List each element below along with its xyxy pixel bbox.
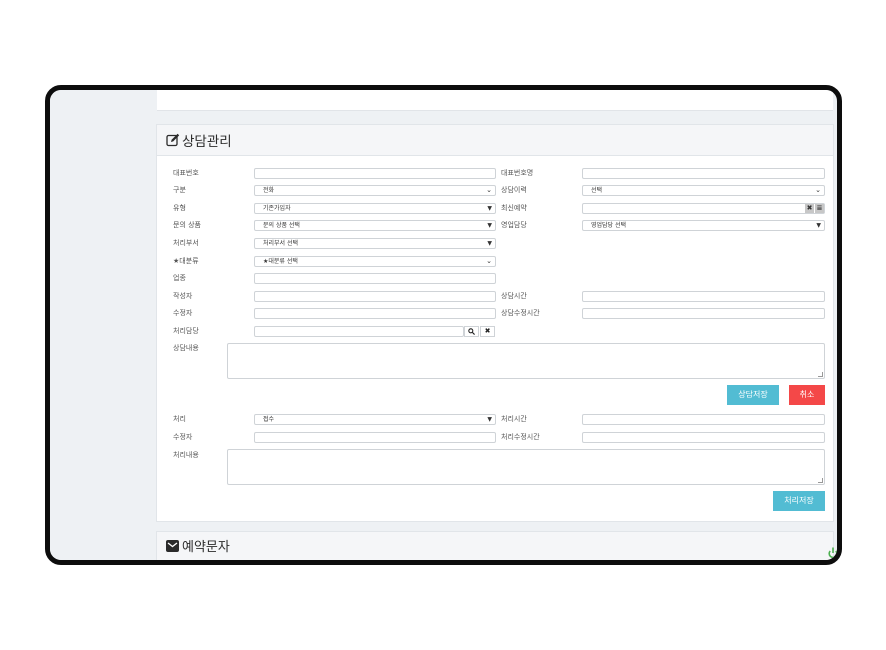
search-icon[interactable] — [464, 326, 479, 337]
label-sales-manager: 영업담당 — [501, 221, 527, 229]
resize-handle[interactable] — [818, 372, 823, 377]
label-rep-number: 대표번호 — [173, 169, 199, 177]
processing-dept-select-value: 처리부서 선택 — [263, 240, 299, 247]
sales-manager-select-value: 영업담당 선택 — [591, 222, 627, 229]
panel-title: 상담관리 — [182, 134, 232, 150]
processing-select[interactable]: 접수 ▼ — [254, 414, 496, 425]
label-major-category: ★대분류 — [173, 257, 199, 265]
top-panel-remnant — [157, 90, 833, 111]
label-recent-reservation: 최신예약 — [501, 204, 527, 212]
consult-management-panel: 상담관리 대표번호 대표번호명 구분 전화 ⌄ 상담이력 선택 ⌄ 유형 기존가… — [156, 124, 834, 522]
window-frame: 상담관리 대표번호 대표번호명 구분 전화 ⌄ 상담이력 선택 ⌄ 유형 기존가… — [45, 85, 842, 565]
resize-handle[interactable] — [818, 478, 823, 483]
label-rep-number-name: 대표번호명 — [501, 169, 534, 177]
close-icon[interactable]: ✖ — [480, 326, 495, 337]
label-inquiry-product: 문의 상품 — [173, 221, 201, 229]
history-select-value: 선택 — [591, 187, 603, 194]
label-type: 유형 — [173, 204, 186, 212]
label-processing-content: 처리내용 — [173, 451, 199, 459]
writer-input[interactable] — [254, 291, 496, 302]
clear-icon[interactable]: ✖ — [805, 204, 814, 213]
label-consult-time: 상담시간 — [501, 292, 527, 300]
label-consult-content: 상담내용 — [173, 344, 199, 352]
type-select[interactable]: 기존가입자 ▼ — [254, 203, 496, 214]
save-processing-button[interactable]: 처리저장 — [773, 491, 825, 511]
processing-select-value: 접수 — [263, 416, 275, 423]
caret-down-icon: ▼ — [487, 416, 492, 423]
label-modifier-2: 수정자 — [173, 433, 193, 441]
consult-time-input[interactable] — [582, 291, 825, 302]
chevron-down-icon: ⌄ — [815, 186, 821, 194]
consult-modify-time-input[interactable] — [582, 308, 825, 319]
label-category: 구분 — [173, 186, 186, 194]
label-writer: 작성자 — [173, 292, 193, 300]
label-consult-modify-time: 상담수정시간 — [501, 309, 540, 317]
major-category-select[interactable]: ★대분류 선택 ⌄ — [254, 256, 496, 267]
major-category-select-value: ★대분류 선택 — [263, 258, 298, 265]
processing-time-input[interactable] — [582, 414, 825, 425]
label-history: 상담이력 — [501, 186, 527, 194]
inquiry-product-select[interactable]: 문의 상품 선택 ▼ — [254, 220, 496, 231]
sales-manager-select[interactable]: 영업담당 선택 ▼ — [582, 220, 825, 231]
label-business: 업종 — [173, 274, 186, 282]
label-processing-time: 처리시간 — [501, 415, 527, 423]
caret-down-icon: ▼ — [487, 240, 492, 247]
history-select[interactable]: 선택 ⌄ — [582, 185, 825, 196]
cancel-button[interactable]: 취소 — [789, 385, 825, 405]
category-select-value: 전화 — [263, 187, 275, 194]
processing-modify-time-input[interactable] — [582, 432, 825, 443]
envelope-icon — [166, 540, 179, 552]
list-icon[interactable]: ≣ — [815, 204, 824, 213]
power-icon[interactable] — [828, 547, 838, 559]
sidebar — [50, 90, 153, 560]
panel-header: 상담관리 — [157, 125, 833, 156]
chevron-down-icon: ⌄ — [486, 257, 492, 265]
label-processing-manager: 처리담당 — [173, 327, 199, 335]
save-consult-button[interactable]: 상담저장 — [727, 385, 779, 405]
processing-manager-input[interactable] — [254, 326, 464, 337]
type-select-value: 기존가입자 — [263, 205, 291, 212]
caret-down-icon: ▼ — [487, 205, 492, 212]
label-processing-modify-time: 처리수정시간 — [501, 433, 540, 441]
edit-icon — [166, 133, 180, 147]
business-input[interactable] — [254, 273, 496, 284]
caret-down-icon: ▼ — [816, 222, 821, 229]
inquiry-product-select-value: 문의 상품 선택 — [263, 222, 300, 229]
label-modifier: 수정자 — [173, 309, 193, 317]
chevron-down-icon: ⌄ — [486, 186, 492, 194]
recent-reservation-input[interactable]: ✖ ≣ — [582, 203, 825, 214]
modifier-2-input[interactable] — [254, 432, 496, 443]
rep-number-input[interactable] — [254, 168, 496, 179]
label-processing-dept: 처리부서 — [173, 239, 199, 247]
consult-content-textarea[interactable] — [227, 343, 825, 379]
processing-content-textarea[interactable] — [227, 449, 825, 485]
caret-down-icon: ▼ — [487, 222, 492, 229]
processing-dept-select[interactable]: 처리부서 선택 ▼ — [254, 238, 496, 249]
rep-number-name-input[interactable] — [582, 168, 825, 179]
category-select[interactable]: 전화 ⌄ — [254, 185, 496, 196]
panel2-title: 예약문자 — [182, 540, 230, 555]
reservation-sms-panel: 예약문자 — [156, 531, 834, 560]
label-processing: 처리 — [173, 415, 186, 423]
modifier-input[interactable] — [254, 308, 496, 319]
